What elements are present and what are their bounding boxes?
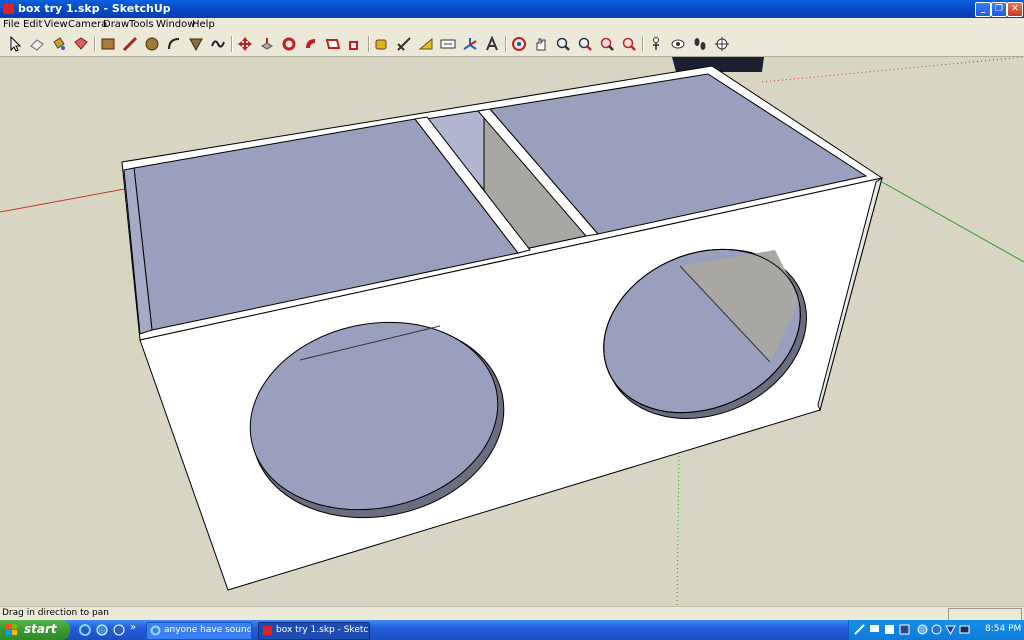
menu-view[interactable]: View [44, 19, 68, 30]
windows-taskbar: start » anyone have sound s... box try 1… [0, 620, 1024, 640]
rectangle-icon[interactable] [99, 35, 117, 53]
arc-icon[interactable] [165, 35, 183, 53]
menu-help[interactable]: Help [192, 19, 215, 30]
walk-icon[interactable] [691, 35, 709, 53]
offset-icon[interactable] [324, 35, 342, 53]
windows-flag-icon [6, 624, 17, 635]
toolbar-separator [231, 36, 233, 52]
zoom-extents-icon[interactable] [598, 35, 616, 53]
media-quicklaunch-icon[interactable] [95, 623, 109, 637]
menu-tools[interactable]: Tools [129, 19, 154, 30]
close-button[interactable]: ✕ [1007, 2, 1023, 17]
line-icon[interactable] [121, 35, 139, 53]
menu-draw[interactable]: Draw [103, 19, 129, 30]
pan-icon[interactable] [532, 35, 550, 53]
tray-help-icon[interactable] [884, 624, 895, 635]
outlook-quicklaunch-icon[interactable] [112, 623, 126, 637]
clock: 8:54 PM [985, 624, 1022, 634]
task-sketchup-label: box try 1.skp - Sketc... [276, 625, 370, 635]
status-bar: Drag in direction to pan [0, 606, 1024, 621]
text-icon[interactable] [439, 35, 457, 53]
toolbar [0, 32, 1024, 57]
task-sketchup-window[interactable]: box try 1.skp - Sketc... [258, 622, 370, 640]
menu-camera[interactable]: Camera [68, 19, 107, 30]
axes-icon[interactable] [461, 35, 479, 53]
component-icon[interactable] [72, 35, 90, 53]
section-plane-icon[interactable] [713, 35, 731, 53]
zoom-window-icon[interactable] [576, 35, 594, 53]
title-bar[interactable]: box try 1.skp - SketchUp _ ❐ ✕ [0, 0, 1024, 18]
move-icon[interactable] [236, 35, 254, 53]
menu-file[interactable]: File [3, 19, 20, 30]
menu-edit[interactable]: Edit [23, 19, 42, 30]
sketchup-app-icon[interactable] [3, 3, 14, 14]
tray-pen-icon[interactable] [854, 624, 865, 635]
toolbar-separator [94, 36, 96, 52]
look-around-icon[interactable] [669, 35, 687, 53]
sketchup-icon [263, 626, 272, 635]
position-camera-icon[interactable] [647, 35, 665, 53]
orbit-icon[interactable] [510, 35, 528, 53]
protractor-icon[interactable] [417, 35, 435, 53]
toolbar-separator [505, 36, 507, 52]
status-text: Drag in direction to pan [2, 608, 109, 618]
task-browser-window[interactable]: anyone have sound s... [146, 622, 252, 640]
ie-quicklaunch-icon[interactable] [78, 623, 92, 637]
model-canvas[interactable] [0, 57, 1024, 606]
window-title: box try 1.skp - SketchUp [18, 2, 171, 15]
tray-network-icon[interactable] [899, 624, 910, 635]
previous-view-icon[interactable] [620, 35, 638, 53]
tray-shield-icon[interactable] [945, 624, 956, 636]
3d-text-icon[interactable] [483, 35, 501, 53]
drawing-viewport[interactable] [0, 57, 1024, 606]
paint-bucket-icon[interactable] [50, 35, 68, 53]
follow-me-icon[interactable] [302, 35, 320, 53]
tray-globe-icon[interactable] [931, 624, 942, 635]
tray-monitor-icon[interactable] [869, 624, 880, 635]
dimension-icon[interactable] [395, 35, 413, 53]
menu-bar: File Edit View Camera Draw Tools Window … [0, 18, 1024, 32]
push-pull-icon[interactable] [258, 35, 276, 53]
polygon-icon[interactable] [187, 35, 205, 53]
ie-icon [150, 625, 161, 636]
quicklaunch-more-icon[interactable]: » [130, 622, 136, 633]
rotate-icon[interactable] [280, 35, 298, 53]
tray-update-icon[interactable] [917, 624, 928, 635]
scale-icon[interactable] [346, 35, 364, 53]
restore-button[interactable]: ❐ [991, 2, 1007, 17]
minimize-button[interactable]: _ [975, 2, 991, 17]
toolbar-separator [368, 36, 370, 52]
freehand-icon[interactable] [209, 35, 227, 53]
circle-icon[interactable] [143, 35, 161, 53]
eraser-icon[interactable] [28, 35, 46, 53]
tape-measure-icon[interactable] [373, 35, 391, 53]
tray-display-icon[interactable] [959, 624, 970, 635]
start-label: start [24, 622, 57, 636]
zoom-icon[interactable] [554, 35, 572, 53]
start-button[interactable]: start [0, 620, 70, 640]
task-browser-label: anyone have sound s... [164, 625, 252, 635]
system-tray: 8:54 PM [848, 620, 1024, 640]
menu-window[interactable]: Window [156, 19, 195, 30]
toolbar-separator [642, 36, 644, 52]
select-icon[interactable] [6, 35, 24, 53]
